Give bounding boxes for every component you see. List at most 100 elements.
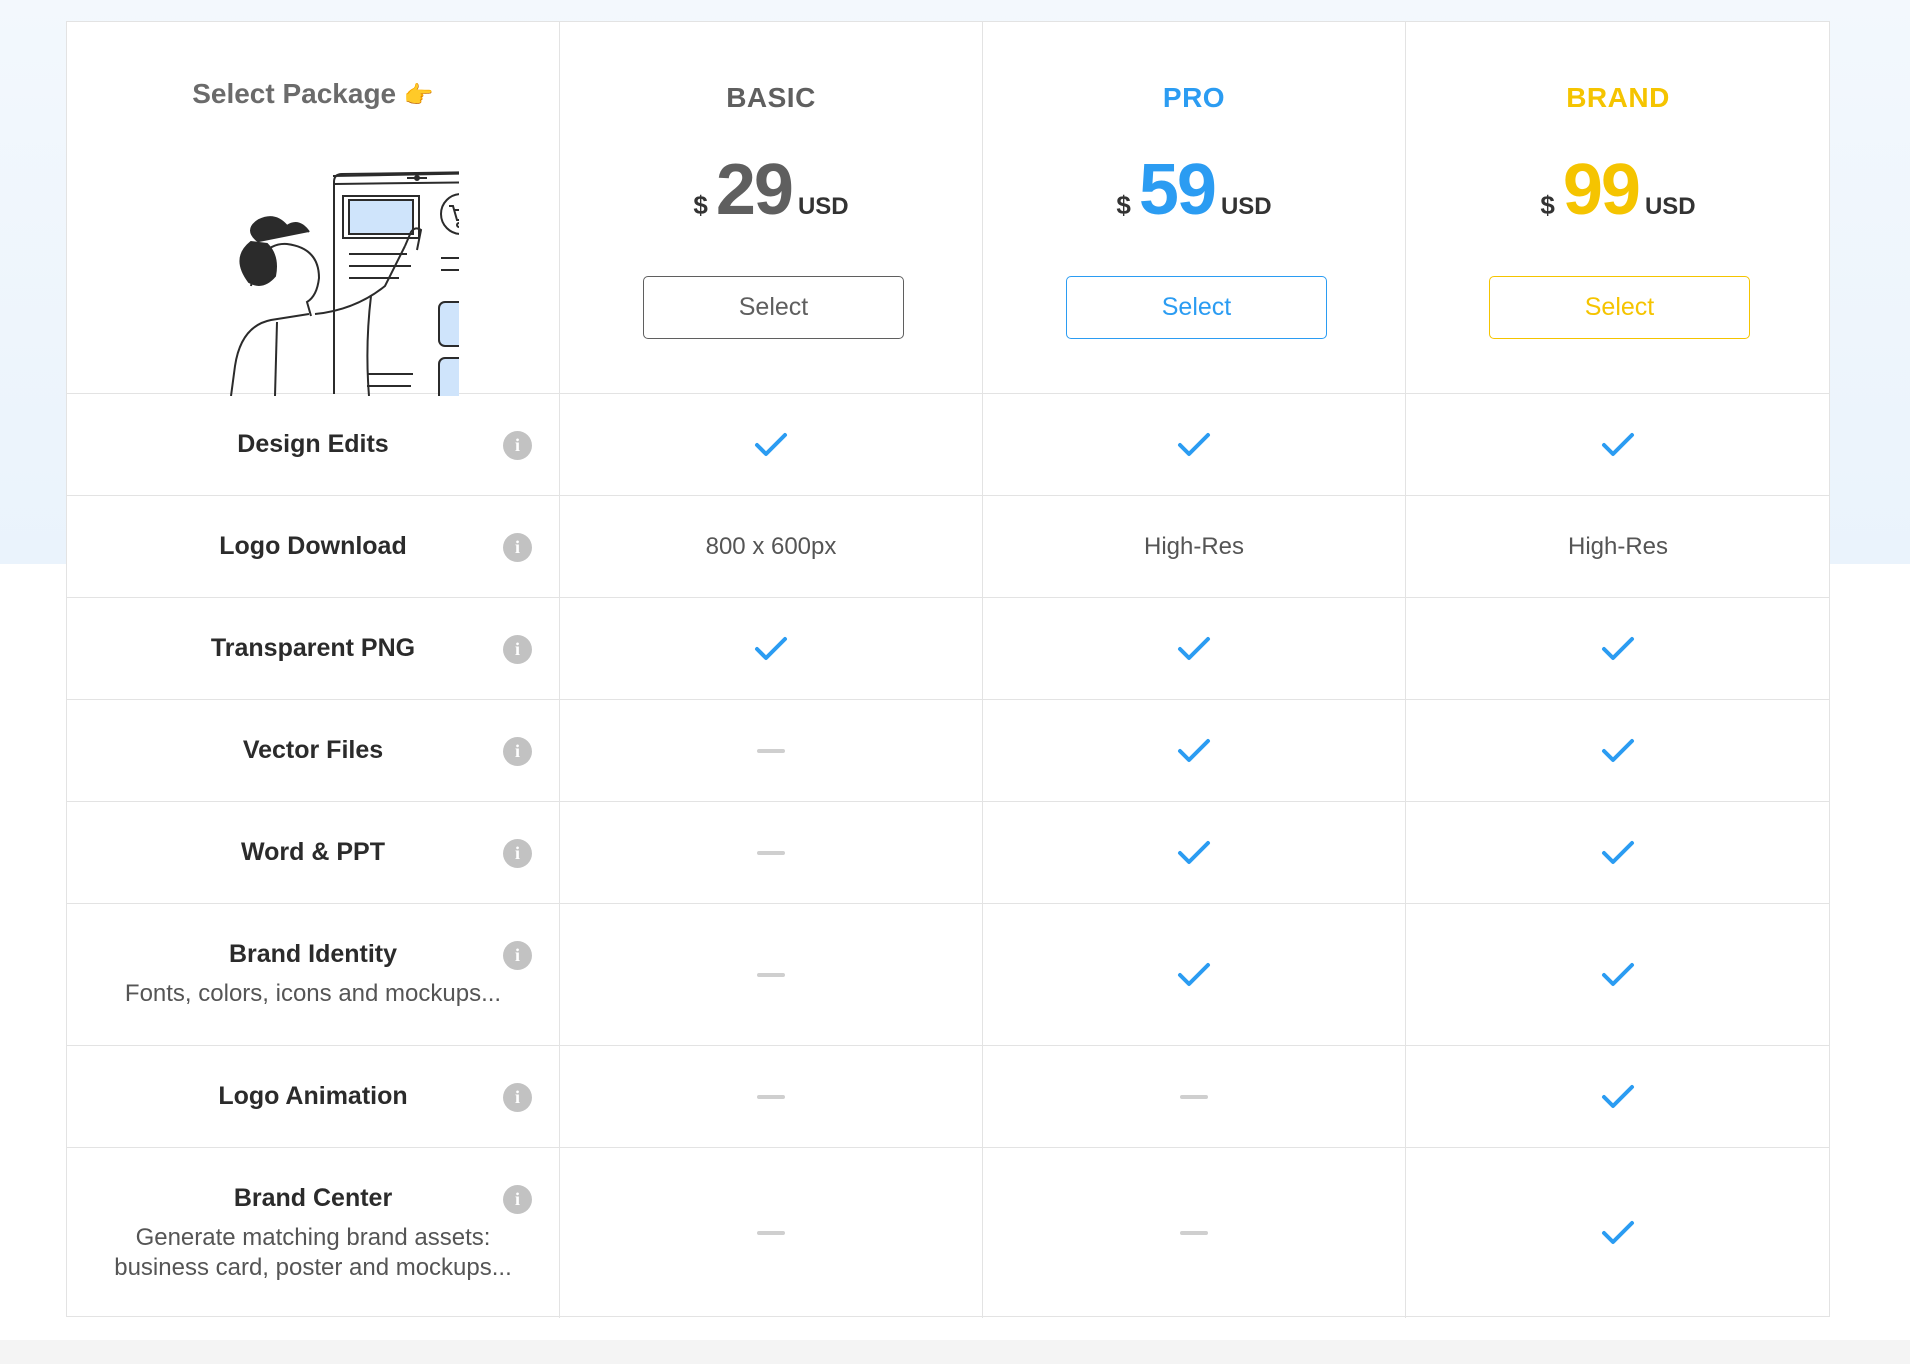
feature-value-cell [560,904,983,1045]
info-icon[interactable]: i [503,431,532,460]
plan-price: $ 59 USD [983,154,1405,226]
feature-value-cell [1406,1148,1830,1318]
feature-description: Fonts, colors, icons and mockups... [124,980,502,1007]
pricing-table: Select Package 👉 BASIC $ 29 USD Select P… [66,21,1830,1318]
plan-name: BASIC [726,82,816,113]
plan-pro-header: PRO $ 59 USD Select [983,22,1406,393]
feature-cell: Vector Files i [67,700,560,801]
feature-value-text: High-Res [1567,532,1669,560]
feature-value-cell [1406,598,1830,699]
check-icon [755,432,787,456]
info-icon[interactable]: i [503,941,532,970]
feature-cell: Logo Animation i [67,1046,560,1147]
feature-value-cell [983,904,1406,1045]
feature-value-cell: High-Res [983,496,1406,597]
pointing-hand-icon: 👉 [403,82,434,109]
info-icon[interactable]: i [503,839,532,868]
feature-title: Design Edits [237,430,389,458]
price-unit: USD [797,193,849,220]
shopping-person-illustration [230,171,459,396]
price-currency: $ [1116,190,1131,220]
plan-price: $ 29 USD [560,154,982,226]
feature-title: Brand Identity [228,940,398,968]
feature-value-cell [983,394,1406,495]
dash-icon [757,1231,785,1235]
feature-value-cell [983,1046,1406,1147]
dash-icon [757,748,785,753]
feature-title: Word & PPT [241,838,385,866]
plan-brand-header: BRAND $ 99 USD Select [1406,22,1830,393]
feature-title: Transparent PNG [210,634,416,662]
price-amount: 99 [1562,150,1641,230]
check-icon [1602,1084,1634,1108]
price-unit: USD [1220,193,1272,220]
check-icon [1178,432,1210,456]
feature-value-cell [560,394,983,495]
info-icon[interactable]: i [503,533,532,562]
feature-row: Logo Download i 800 x 600px High-Res High-Re… [67,496,1829,598]
select-package-label: Select Package [192,78,397,109]
dash-icon [1180,1231,1208,1235]
feature-cell: Word & PPT i [67,802,560,903]
feature-title: Vector Files [242,736,384,764]
pricing-header-row: Select Package 👉 BASIC $ 29 USD Select P… [67,22,1830,396]
feature-cell: Design Edits i [67,394,560,495]
feature-value-cell [1406,700,1830,801]
feature-cell: Brand Identity Fonts, colors, icons and m… [67,904,560,1045]
feature-row: Design Edits i [67,394,1829,496]
feature-cell: Brand Center Generate matching brand asse… [67,1148,560,1318]
plan-basic-header: BASIC $ 29 USD Select [560,22,983,393]
plan-price: $ 99 USD [1406,154,1830,226]
feature-row: Logo Animation i [67,1046,1829,1148]
feature-value-text: High-Res [1143,532,1245,560]
feature-value-cell [560,1046,983,1147]
check-icon [1178,840,1210,864]
feature-value-cell [1406,802,1830,903]
check-icon [1602,1221,1634,1244]
feature-title: Logo Animation [218,1082,408,1110]
info-icon[interactable]: i [503,737,532,766]
select-brand-button[interactable]: Select [1489,276,1750,339]
price-currency: $ [1540,190,1555,220]
page-background-bottom [0,1340,1910,1364]
feature-value-cell [983,598,1406,699]
select-pro-button[interactable]: Select [1066,276,1327,339]
select-package-title: Select Package 👉 [67,78,559,110]
feature-value-text: 800 x 600px [705,532,837,560]
dash-icon [757,1094,785,1099]
check-icon [1602,738,1634,762]
feature-rows: Design Edits i Logo Download i 800 x 600px Hi… [67,394,1829,1318]
feature-row: Word & PPT i [67,802,1829,904]
check-icon [755,636,787,660]
feature-value-cell [983,700,1406,801]
feature-row: Vector Files i [67,700,1829,802]
feature-value-cell [1406,1046,1830,1147]
feature-value-cell: High-Res [1406,496,1830,597]
feature-value-cell [1406,904,1830,1045]
feature-value-cell [1406,394,1830,495]
feature-cell: Transparent PNG i [67,598,560,699]
feature-value-cell [560,700,983,801]
select-package-cell: Select Package 👉 [67,22,560,396]
feature-value-cell [983,1148,1406,1318]
check-icon [1602,636,1634,660]
feature-cell: Logo Download i [67,496,560,597]
price-currency: $ [693,190,708,220]
dash-icon [757,850,785,855]
feature-value-cell: 800 x 600px [560,496,983,597]
feature-title: Logo Download [219,532,407,560]
select-basic-button[interactable]: Select [643,276,904,339]
feature-row: Brand Center Generate matching brand asse… [67,1148,1829,1318]
plan-name: BRAND [1566,82,1670,113]
info-icon[interactable]: i [503,635,532,664]
check-icon [1178,962,1210,986]
info-icon[interactable]: i [503,1083,532,1112]
dash-icon [1180,1094,1208,1099]
feature-value-cell [560,1148,983,1318]
dash-icon [757,972,785,977]
feature-description: Generate matching brand assets: business… [114,1223,512,1281]
info-icon[interactable]: i [503,1185,532,1214]
feature-value-cell [560,598,983,699]
check-icon [1602,432,1634,456]
check-icon [1178,636,1210,660]
